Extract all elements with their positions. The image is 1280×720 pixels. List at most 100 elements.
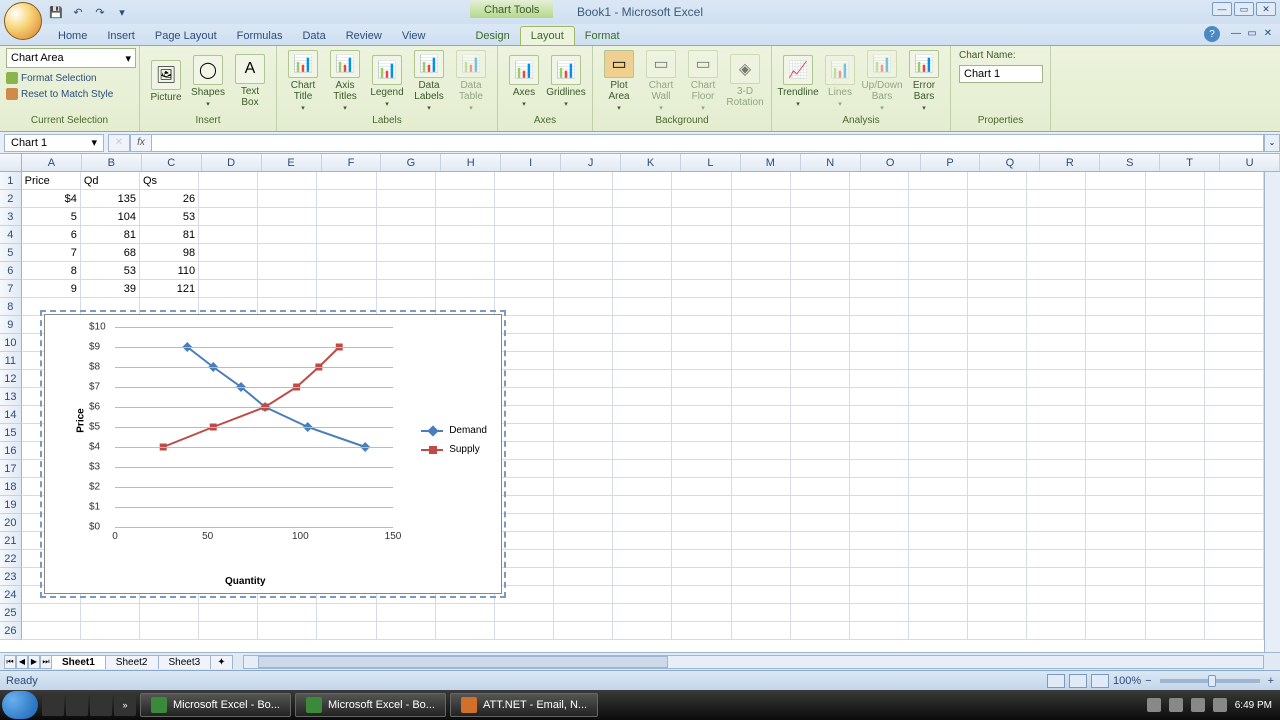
- cell[interactable]: [495, 316, 554, 334]
- tray-icon[interactable]: [1147, 698, 1161, 712]
- cell[interactable]: [377, 226, 436, 244]
- cell[interactable]: [1205, 442, 1264, 460]
- tab-insert[interactable]: Insert: [97, 27, 145, 45]
- select-all-corner[interactable]: [0, 154, 22, 171]
- cell[interactable]: [672, 532, 731, 550]
- new-sheet-button[interactable]: ✦: [210, 655, 232, 669]
- cell[interactable]: [732, 190, 791, 208]
- cell[interactable]: [81, 604, 140, 622]
- cell[interactable]: [1205, 352, 1264, 370]
- cell[interactable]: [613, 622, 672, 640]
- column-header[interactable]: S: [1100, 154, 1160, 171]
- cell[interactable]: [1205, 496, 1264, 514]
- row-header[interactable]: 3: [0, 208, 22, 226]
- cell[interactable]: [495, 550, 554, 568]
- cell[interactable]: [1146, 334, 1205, 352]
- cell[interactable]: [1146, 568, 1205, 586]
- cell[interactable]: 6: [22, 226, 81, 244]
- chart-name-input[interactable]: [959, 65, 1043, 83]
- cell[interactable]: [968, 172, 1027, 190]
- cell[interactable]: [1205, 478, 1264, 496]
- sheet-tab-1[interactable]: Sheet1: [51, 655, 106, 669]
- cell[interactable]: [495, 334, 554, 352]
- vertical-scrollbar[interactable]: [1264, 172, 1280, 652]
- cell[interactable]: [317, 226, 376, 244]
- cell[interactable]: [909, 244, 968, 262]
- cell[interactable]: [850, 514, 909, 532]
- row-header[interactable]: 17: [0, 460, 22, 478]
- cell[interactable]: [1086, 604, 1145, 622]
- cell[interactable]: [495, 352, 554, 370]
- cell[interactable]: [495, 532, 554, 550]
- cell[interactable]: [495, 298, 554, 316]
- cell[interactable]: [1205, 460, 1264, 478]
- cell[interactable]: [1205, 550, 1264, 568]
- cell[interactable]: [199, 622, 258, 640]
- cell[interactable]: [377, 244, 436, 262]
- cell[interactable]: [554, 316, 613, 334]
- cell[interactable]: [1146, 604, 1205, 622]
- cell[interactable]: [258, 208, 317, 226]
- cell[interactable]: [613, 532, 672, 550]
- cell[interactable]: [1146, 370, 1205, 388]
- cell[interactable]: [791, 586, 850, 604]
- cell[interactable]: [909, 514, 968, 532]
- rotation-button[interactable]: ◈3-D Rotation: [725, 48, 765, 114]
- cell[interactable]: [791, 316, 850, 334]
- cell[interactable]: [613, 442, 672, 460]
- row-header[interactable]: 11: [0, 352, 22, 370]
- cell[interactable]: [1146, 496, 1205, 514]
- cell[interactable]: [1146, 316, 1205, 334]
- cell[interactable]: [613, 586, 672, 604]
- cell[interactable]: 135: [81, 190, 140, 208]
- cell[interactable]: [672, 586, 731, 604]
- row-header[interactable]: 7: [0, 280, 22, 298]
- chart-floor-button[interactable]: ▭Chart Floor▾: [683, 48, 723, 114]
- cell[interactable]: [732, 478, 791, 496]
- cell[interactable]: [1027, 496, 1086, 514]
- cell[interactable]: [1146, 226, 1205, 244]
- cell[interactable]: [1027, 226, 1086, 244]
- cell[interactable]: [791, 280, 850, 298]
- cell[interactable]: [1146, 622, 1205, 640]
- cell[interactable]: [199, 244, 258, 262]
- name-box[interactable]: Chart 1▾: [4, 134, 104, 152]
- cell[interactable]: [732, 622, 791, 640]
- cell[interactable]: [436, 208, 495, 226]
- cell[interactable]: [613, 262, 672, 280]
- cell[interactable]: [732, 316, 791, 334]
- cell[interactable]: [1086, 568, 1145, 586]
- cell[interactable]: [1146, 298, 1205, 316]
- cell[interactable]: [850, 388, 909, 406]
- cell[interactable]: [495, 460, 554, 478]
- cell[interactable]: [909, 424, 968, 442]
- cell[interactable]: $4: [22, 190, 81, 208]
- column-header[interactable]: E: [262, 154, 322, 171]
- y-axis-title[interactable]: Price: [76, 408, 87, 432]
- cell[interactable]: [791, 370, 850, 388]
- cell[interactable]: [554, 172, 613, 190]
- cell[interactable]: [791, 190, 850, 208]
- cell[interactable]: [968, 406, 1027, 424]
- sheet-tab-3[interactable]: Sheet3: [158, 655, 212, 669]
- column-header[interactable]: I: [501, 154, 561, 171]
- cell[interactable]: [672, 514, 731, 532]
- cell[interactable]: [613, 172, 672, 190]
- cell[interactable]: [732, 262, 791, 280]
- cell[interactable]: [613, 352, 672, 370]
- cell[interactable]: [909, 352, 968, 370]
- cell[interactable]: [791, 244, 850, 262]
- cell[interactable]: [1146, 478, 1205, 496]
- cell[interactable]: [1027, 208, 1086, 226]
- cell[interactable]: [732, 298, 791, 316]
- chart-title-button[interactable]: 📊Chart Title▾: [283, 48, 323, 114]
- tab-design[interactable]: Design: [465, 27, 519, 45]
- cell[interactable]: [909, 316, 968, 334]
- cell[interactable]: [613, 244, 672, 262]
- cell[interactable]: [1027, 532, 1086, 550]
- cell[interactable]: [317, 604, 376, 622]
- cell[interactable]: [199, 172, 258, 190]
- cell[interactable]: [672, 622, 731, 640]
- cell[interactable]: [1146, 550, 1205, 568]
- cell[interactable]: [495, 442, 554, 460]
